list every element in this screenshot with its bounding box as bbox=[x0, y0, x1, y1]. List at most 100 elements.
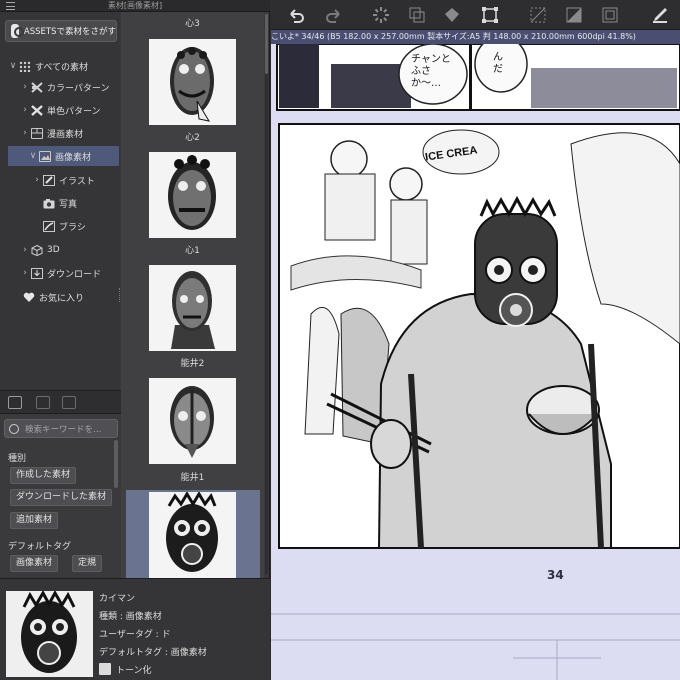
tree-item-label: お気に入り bbox=[39, 293, 85, 304]
tree-item-label: ダウンロード bbox=[47, 269, 102, 280]
thumbnail-label: 心3 bbox=[185, 19, 200, 29]
chevron-right-icon[interactable]: › bbox=[20, 245, 30, 255]
show-selection-icon[interactable] bbox=[601, 6, 619, 24]
assets-search-label: ASSETSで素材をさがす bbox=[23, 27, 116, 37]
detail-default-tag: デフォルトタグ : 画像素材 bbox=[99, 648, 207, 658]
document-infobar: こいよ* 34/46 (B5 182.00 x 257.00mm 製本サイズ:A… bbox=[271, 30, 680, 44]
chevron-down-icon[interactable]: ∨ bbox=[28, 151, 38, 161]
tree-item-label: カラーパターン bbox=[47, 83, 110, 94]
grid-dots-icon bbox=[19, 61, 31, 72]
pen-icon bbox=[43, 174, 55, 186]
thumbnail-scrollbar-thumb[interactable] bbox=[265, 14, 268, 74]
thumbnail-label: 能井2 bbox=[180, 359, 205, 369]
speech-balloon-left: チャンと ふさか〜… bbox=[411, 54, 451, 89]
tree-item-label: ブラシ bbox=[59, 222, 86, 233]
tree-item-all[interactable]: ∨ すべての素材 bbox=[0, 56, 120, 76]
chevron-down-icon[interactable]: ∨ bbox=[8, 61, 18, 71]
thumbnail-label: 心2 bbox=[185, 133, 200, 143]
thumbnail-image[interactable] bbox=[149, 39, 236, 125]
tree-item-label: 写真 bbox=[59, 199, 78, 210]
new-folder-icon[interactable] bbox=[8, 396, 22, 409]
search-input[interactable]: 検索キーワードを… bbox=[4, 419, 118, 438]
chevron-right-icon[interactable]: › bbox=[32, 175, 42, 185]
filter-scrollbar[interactable] bbox=[114, 440, 118, 488]
transform-icon[interactable] bbox=[481, 6, 499, 24]
chevron-right-icon[interactable]: › bbox=[20, 82, 30, 92]
chevron-right-icon[interactable]: › bbox=[20, 128, 30, 138]
detail-name: カイマン bbox=[99, 594, 136, 604]
material-detail: カイマン 種類 : 画像素材 ユーザータグ : ド デフォルトタグ : 画像素材… bbox=[0, 578, 270, 680]
heart-icon bbox=[23, 292, 35, 303]
thumbnail-image-selected[interactable] bbox=[149, 492, 236, 578]
layer-transfer-icon[interactable] bbox=[408, 6, 426, 24]
invert-selection-icon[interactable] bbox=[565, 6, 583, 24]
undo-icon[interactable] bbox=[287, 6, 305, 24]
loading-icon[interactable] bbox=[372, 6, 390, 24]
filter-created-button[interactable]: 作成した素材 bbox=[10, 467, 77, 484]
page-number: 34 bbox=[547, 568, 564, 582]
tree-item-label: 3D bbox=[47, 245, 60, 255]
panel-titlebar: 素材[画像素材] bbox=[0, 0, 270, 12]
brush-icon bbox=[43, 220, 55, 232]
image-icon bbox=[39, 150, 51, 162]
tree-item-label: イラスト bbox=[59, 176, 95, 187]
tag-ruler-button[interactable]: 定規 bbox=[72, 555, 103, 572]
drawing-canvas[interactable]: ICE CREA チャンと ふさか〜… んだ 34 bbox=[271, 44, 680, 680]
assets-search-button[interactable]: ASSETSで素材をさがす bbox=[5, 20, 117, 42]
detail-preview-image bbox=[6, 591, 93, 677]
chevron-right-icon[interactable]: › bbox=[20, 105, 30, 115]
fill-icon[interactable] bbox=[443, 6, 461, 24]
manga-artwork bbox=[271, 44, 680, 680]
tone-label: トーン化 bbox=[116, 666, 152, 676]
crossed-pattern-icon bbox=[31, 81, 43, 93]
filter-added-button[interactable]: 追加素材 bbox=[10, 512, 59, 529]
clear-selection-icon[interactable] bbox=[529, 6, 547, 24]
redo-icon[interactable] bbox=[325, 6, 343, 24]
tree-item-download[interactable]: › ダウンロード bbox=[0, 263, 120, 283]
thumbnail-image[interactable] bbox=[149, 265, 236, 351]
canvas-toolbar bbox=[271, 0, 680, 30]
default-tag-heading: デフォルトタグ bbox=[8, 542, 72, 552]
tree-item-brush[interactable]: ブラシ bbox=[0, 216, 120, 236]
tree-item-label: すべての素材 bbox=[35, 62, 89, 73]
thumbnail-scrollbar-track[interactable] bbox=[265, 14, 268, 574]
tree-item-label: 画像素材 bbox=[55, 152, 92, 163]
tree-item-mono-pattern[interactable]: › 単色パターン bbox=[0, 100, 120, 120]
tone-checkbox[interactable] bbox=[99, 663, 111, 675]
tree-item-label: 漫画素材 bbox=[47, 129, 84, 140]
speech-balloon-right: んだ bbox=[493, 52, 503, 75]
x-pattern-icon bbox=[31, 104, 43, 116]
delete-icon[interactable] bbox=[62, 396, 76, 409]
material-panel: 素材[画像素材] ASSETSで素材をさがす ∨ すべての素材 › カラーパター… bbox=[0, 0, 270, 680]
draw-pen-icon[interactable] bbox=[651, 6, 669, 24]
download-icon bbox=[31, 267, 43, 279]
tree-item-image[interactable]: ∨ 画像素材 bbox=[8, 146, 119, 166]
tree-item-favorites[interactable]: お気に入り bbox=[0, 287, 120, 307]
chevron-right-icon[interactable]: › bbox=[20, 268, 30, 278]
tree-item-illust[interactable]: › イラスト bbox=[0, 170, 120, 190]
detail-user-tag: ユーザータグ : ド bbox=[99, 630, 171, 640]
tree-item-photo[interactable]: 写真 bbox=[0, 193, 120, 213]
manga-frame-icon bbox=[31, 127, 43, 139]
duplicate-icon[interactable] bbox=[36, 396, 50, 409]
thumbnail-list: 心3 心2 心1 能井2 能井1 bbox=[121, 12, 264, 578]
filter-heading: 種別 bbox=[8, 454, 27, 464]
tree-item-3d[interactable]: › 3D bbox=[0, 240, 120, 260]
thumbnail-image[interactable] bbox=[149, 152, 236, 238]
search-placeholder: 検索キーワードを… bbox=[25, 424, 102, 435]
material-tree: ASSETSで素材をさがす ∨ すべての素材 › カラーパターン › 単色パター… bbox=[0, 12, 120, 390]
tree-item-label: 単色パターン bbox=[47, 106, 101, 117]
tree-toolbar bbox=[0, 390, 121, 414]
detail-kind: 種類 : 画像素材 bbox=[99, 612, 162, 622]
tag-image-material-button[interactable]: 画像素材 bbox=[10, 555, 59, 572]
thumbnail-image[interactable] bbox=[149, 378, 236, 464]
filter-downloaded-button[interactable]: ダウンロードした素材 bbox=[10, 489, 113, 506]
cube-icon bbox=[31, 244, 43, 256]
tree-item-color-pattern[interactable]: › カラーパターン bbox=[0, 77, 120, 97]
tree-item-manga[interactable]: › 漫画素材 bbox=[0, 123, 120, 143]
panel-title: 素材[画像素材] bbox=[107, 1, 163, 10]
camera-icon bbox=[43, 198, 55, 209]
thumbnail-label: 心1 bbox=[185, 246, 200, 256]
assets-icon bbox=[11, 24, 24, 38]
thumbnail-label: 能井1 bbox=[180, 473, 205, 483]
